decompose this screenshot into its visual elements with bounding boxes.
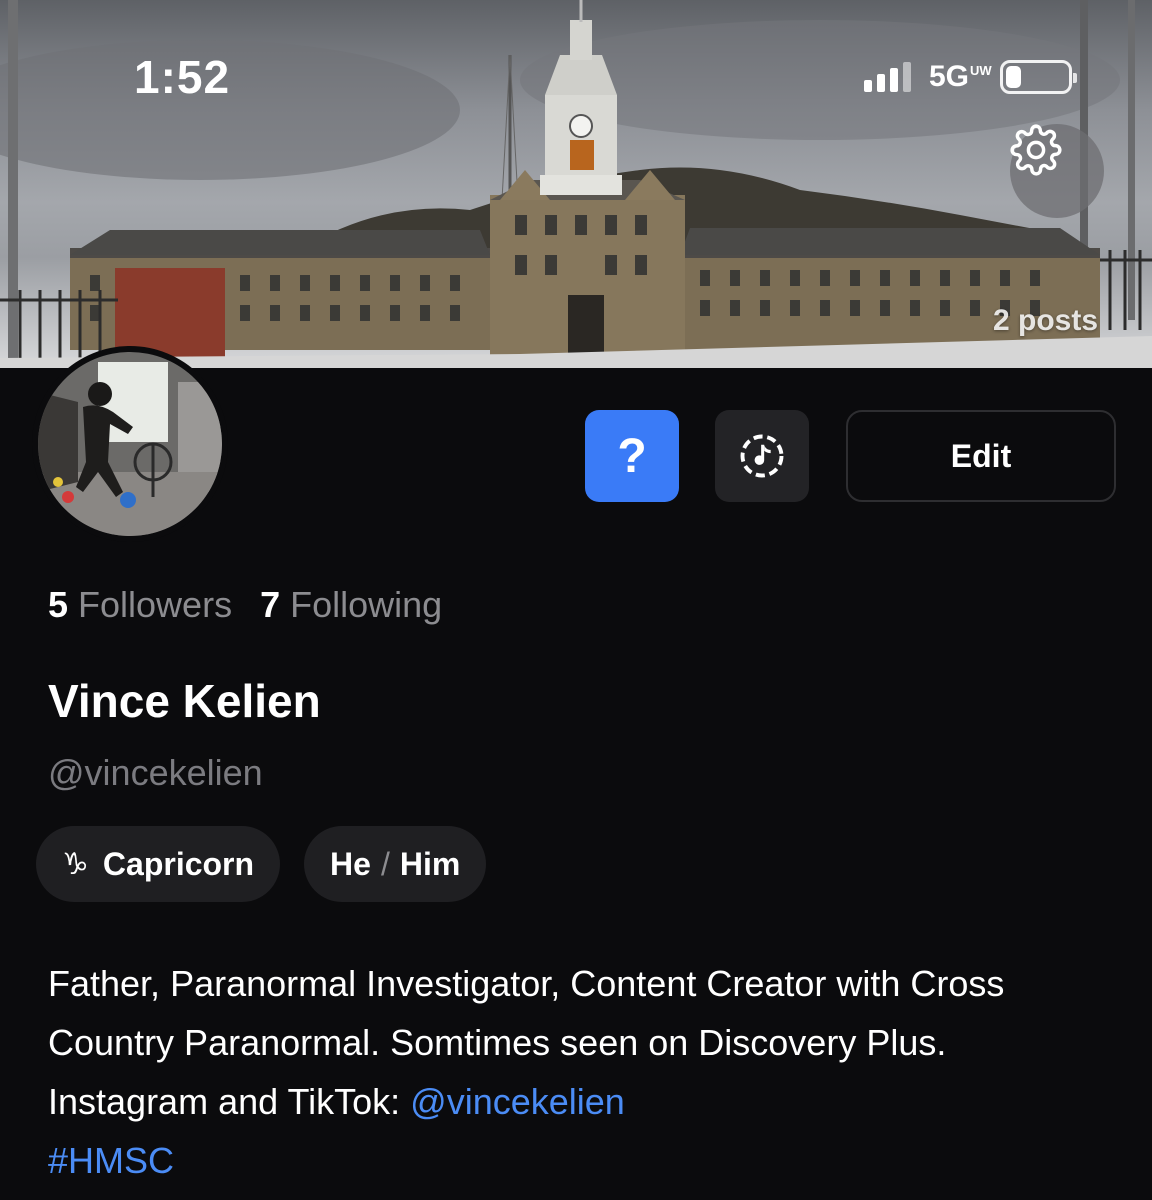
following-label: Following xyxy=(290,584,443,625)
avatar-image xyxy=(38,352,222,536)
followers-count: 5 xyxy=(48,584,69,625)
display-name: Vince Kelien xyxy=(48,675,321,727)
network-label: 5G xyxy=(928,60,969,93)
bio-hashtag-link[interactable]: #HMSC xyxy=(48,1140,174,1181)
bio: Father, Paranormal Investigator, Content… xyxy=(48,954,1108,1190)
bio-mention-link[interactable]: @vincekelien xyxy=(410,1081,625,1122)
following-count: 7 xyxy=(260,584,281,625)
pronoun-object: Him xyxy=(399,845,461,882)
status-indicators: 5G UW xyxy=(863,60,1077,94)
cover-photo[interactable]: 1:52 5G UW 2 posts xyxy=(0,0,1152,368)
avatar[interactable] xyxy=(32,346,228,542)
battery-icon xyxy=(1000,60,1077,94)
zodiac-label: Capricorn xyxy=(102,845,255,882)
pronoun-separator: / xyxy=(380,845,390,882)
network-type: 5G UW xyxy=(928,60,992,94)
followers-stat[interactable]: 5 Followers xyxy=(48,584,232,626)
settings-button[interactable] xyxy=(1010,124,1104,218)
battery-level xyxy=(1006,66,1021,88)
help-button[interactable]: ? xyxy=(585,410,679,502)
posts-count: 2 posts xyxy=(992,304,1098,337)
following-stat[interactable]: 7 Following xyxy=(260,584,442,626)
gear-icon xyxy=(1010,124,1062,176)
pronoun-subject: He xyxy=(330,845,371,882)
username: @vincekelien xyxy=(48,752,263,793)
music-button[interactable] xyxy=(715,410,809,502)
capricorn-icon: ♑ xyxy=(62,847,89,881)
signal-strength-icon xyxy=(863,62,911,92)
pronouns-chip[interactable]: He / Him xyxy=(304,826,487,902)
zodiac-chip[interactable]: ♑ Capricorn xyxy=(36,826,281,902)
profile-chips: ♑ Capricorn He / Him xyxy=(36,826,487,902)
network-suffix: UW xyxy=(970,63,992,78)
edit-profile-button[interactable]: Edit xyxy=(846,410,1116,502)
followers-label: Followers xyxy=(78,584,233,625)
status-time: 1:52 xyxy=(134,51,231,103)
follow-stats: 5 Followers 7 Following xyxy=(48,584,442,626)
music-note-icon xyxy=(740,434,784,478)
